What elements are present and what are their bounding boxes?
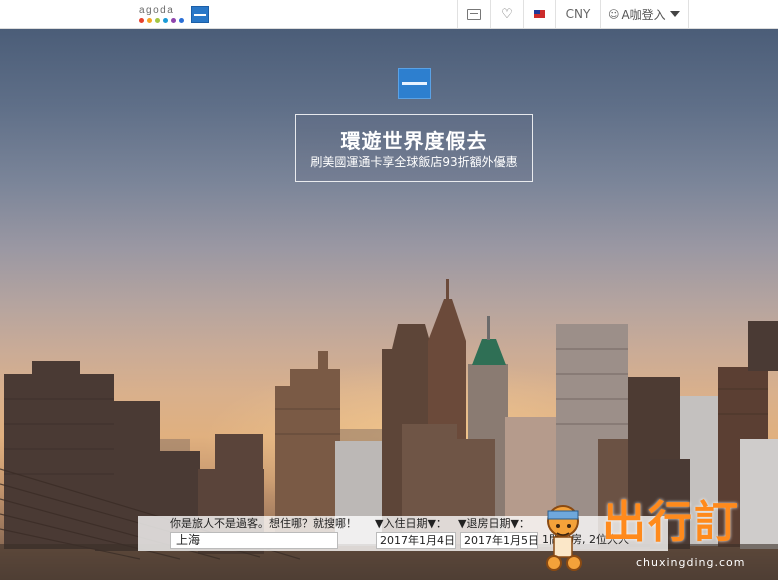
promo-banner[interactable]: 環遊世界度假去 刷美國運通卡享全球飯店93折額外優惠 [295,114,533,182]
login-button[interactable]: ☺ A咖登入 [600,0,689,28]
search-question-label: 你是旅人不是過客。想住哪？就搜哪！ [170,517,357,530]
language-selector[interactable] [523,0,555,28]
checkout-label: ▼退房日期▼： [458,517,530,530]
checkin-date-field[interactable]: 2017年1月4日 [376,532,456,549]
checkin-date-value: 2017年1月4日 [380,534,455,547]
messages-button[interactable] [457,0,490,28]
currency-selector[interactable]: CNY [555,0,600,28]
user-icon: ☺ [608,7,620,21]
brand-name: agoda [139,5,175,16]
top-navigation-bar: agoda ♡ CNY ☺ A咖登入 [0,0,778,29]
checkout-date-value: 2017年1月5日 [464,534,538,547]
taiwan-flag-icon [534,10,545,18]
heart-icon: ♡ [501,6,513,22]
watermark-url: chuxingding.com [636,556,746,569]
promo-subtitle: 刷美國運通卡享全球飯店93折額外優惠 [310,155,518,169]
login-label: A咖登入 [621,7,666,22]
checkout-date-field[interactable]: 2017年1月5日 [460,532,538,549]
american-express-logo [398,68,431,99]
message-icon [467,8,481,20]
watermark-mascot-icon [546,505,582,571]
destination-input[interactable]: 上海 [170,532,338,549]
currency-label: CNY [565,7,591,21]
favorites-button[interactable]: ♡ [490,0,523,28]
watermark-text: 出行訂 [602,497,740,548]
promo-title: 環遊世界度假去 [340,129,488,153]
amex-partner-logo [191,6,209,23]
checkin-label: ▼入住日期▼： [375,517,447,530]
chevron-down-icon [669,11,680,17]
brand-dots [139,18,185,24]
